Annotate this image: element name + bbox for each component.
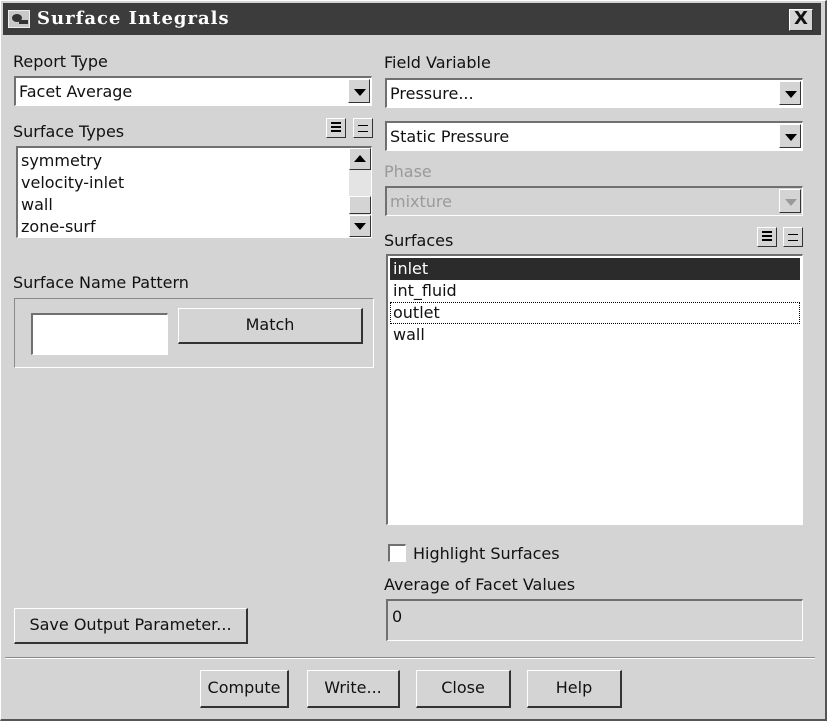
surface-item-int-fluid[interactable]: int_fluid bbox=[390, 280, 800, 302]
report-type-dropdown[interactable]: Facet Average bbox=[14, 76, 372, 106]
list-item[interactable]: velocity-inlet bbox=[18, 172, 347, 194]
surfaces-label: Surfaces bbox=[384, 231, 454, 250]
title-bar[interactable]: Surface Integrals X bbox=[3, 3, 821, 35]
close-button[interactable]: Close bbox=[416, 670, 511, 708]
scroll-up-icon[interactable] bbox=[349, 148, 371, 170]
field-variable-value: Static Pressure bbox=[390, 127, 510, 146]
select-all-surface-types-icon[interactable] bbox=[326, 118, 346, 138]
surface-name-pattern-input[interactable] bbox=[31, 313, 168, 355]
phase-value: mixture bbox=[390, 192, 452, 211]
list-item[interactable]: zone-surf bbox=[18, 216, 347, 238]
save-output-parameter-button[interactable]: Save Output Parameter... bbox=[14, 608, 248, 644]
divider bbox=[5, 657, 815, 659]
surface-name-pattern-label: Surface Name Pattern bbox=[13, 273, 189, 292]
write-button[interactable]: Write... bbox=[307, 670, 400, 708]
help-button[interactable]: Help bbox=[527, 670, 622, 708]
match-button[interactable]: Match bbox=[178, 308, 363, 344]
report-type-label: Report Type bbox=[13, 52, 108, 71]
compute-button[interactable]: Compute bbox=[200, 670, 289, 708]
scroll-thumb[interactable] bbox=[349, 196, 371, 214]
phase-label: Phase bbox=[384, 162, 432, 181]
deselect-all-surfaces-icon[interactable] bbox=[783, 227, 803, 247]
field-variable-label: Field Variable bbox=[384, 53, 491, 72]
surface-types-scrollbar[interactable] bbox=[349, 148, 371, 237]
scroll-down-icon[interactable] bbox=[349, 215, 371, 237]
report-type-value: Facet Average bbox=[19, 82, 133, 101]
list-item[interactable]: wall bbox=[18, 194, 347, 216]
chevron-down-icon[interactable] bbox=[779, 81, 801, 105]
highlight-surfaces-checkbox[interactable] bbox=[388, 544, 406, 562]
app-icon bbox=[8, 10, 30, 28]
surface-item-inlet[interactable]: inlet bbox=[390, 258, 800, 280]
surfaces-list[interactable]: inlet int_fluid outlet wall bbox=[386, 254, 803, 525]
result-value-field: 0 bbox=[386, 599, 803, 641]
surface-item-outlet[interactable]: outlet bbox=[390, 302, 800, 324]
result-value: 0 bbox=[392, 607, 403, 626]
window-title: Surface Integrals bbox=[37, 8, 230, 29]
phase-dropdown: mixture bbox=[385, 186, 803, 216]
surface-name-pattern-group: Match bbox=[14, 298, 374, 368]
average-of-facet-values-label: Average of Facet Values bbox=[384, 575, 576, 594]
chevron-down-icon bbox=[779, 189, 801, 213]
field-variable-category-value: Pressure... bbox=[390, 84, 474, 103]
deselect-all-surface-types-icon[interactable] bbox=[353, 118, 373, 138]
surface-item-wall[interactable]: wall bbox=[390, 324, 800, 346]
close-window-button[interactable]: X bbox=[789, 9, 813, 31]
highlight-surfaces-label[interactable]: Highlight Surfaces bbox=[413, 544, 560, 563]
select-all-surfaces-icon[interactable] bbox=[757, 227, 777, 247]
chevron-down-icon[interactable] bbox=[348, 79, 370, 103]
surface-types-label: Surface Types bbox=[13, 122, 125, 141]
surface-integrals-dialog: Surface Integrals X Report Type Facet Av… bbox=[0, 0, 827, 721]
field-variable-dropdown[interactable]: Static Pressure bbox=[385, 121, 803, 151]
chevron-down-icon[interactable] bbox=[779, 124, 801, 148]
field-variable-category-dropdown[interactable]: Pressure... bbox=[385, 78, 803, 108]
list-item[interactable]: symmetry bbox=[18, 150, 347, 172]
surface-types-list[interactable]: symmetry velocity-inlet wall zone-surf bbox=[16, 146, 372, 238]
